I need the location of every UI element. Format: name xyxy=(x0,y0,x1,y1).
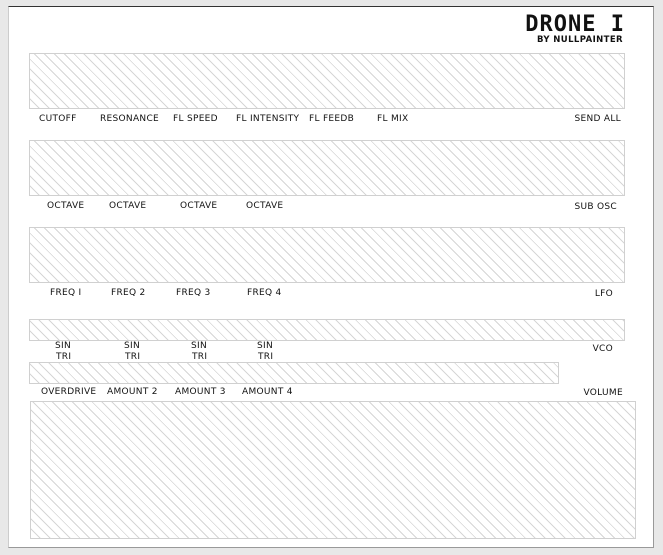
wave-3-sin-label[interactable]: SIN xyxy=(191,341,207,351)
vco-label: VCO xyxy=(592,344,613,354)
freq-2-label: FREQ 2 xyxy=(111,288,146,298)
volume-display-area[interactable] xyxy=(30,401,636,539)
plugin-author: BY NULLPAINTER xyxy=(536,35,623,45)
overdrive-label: OVERDRIVE xyxy=(41,387,97,397)
octave-1-label: OCTAVE xyxy=(47,201,85,211)
freq-4-label: FREQ 4 xyxy=(247,288,282,298)
fl-mix-label: FL MIX xyxy=(377,114,409,124)
cutoff-label: CUTOFF xyxy=(39,114,77,124)
lfo-label: LFO xyxy=(594,289,613,299)
amount-controls-area[interactable] xyxy=(29,362,559,384)
send-all-label: SEND ALL xyxy=(574,114,621,124)
octave-controls-area[interactable] xyxy=(29,140,625,196)
wave-4-tri-label[interactable]: TRI xyxy=(258,352,273,362)
freq-3-label: FREQ 3 xyxy=(176,288,211,298)
wave-2-tri-label[interactable]: TRI xyxy=(125,352,140,362)
plugin-panel: DRONE I BY NULLPAINTER CUTOFF RESONANCE … xyxy=(8,6,654,548)
fl-feedb-label: FL FEEDB xyxy=(309,114,355,124)
wave-1-tri-label[interactable]: TRI xyxy=(56,352,71,362)
fl-intensity-label: FL INTENSITY xyxy=(236,114,300,124)
filter-controls-area[interactable] xyxy=(29,53,625,109)
octave-3-label: OCTAVE xyxy=(180,201,218,211)
plugin-title: DRONE I xyxy=(525,12,625,37)
wave-4-sin-label[interactable]: SIN xyxy=(257,341,273,351)
wave-2-sin-label[interactable]: SIN xyxy=(124,341,140,351)
resonance-label: RESONANCE xyxy=(100,114,160,124)
wave-3-tri-label[interactable]: TRI xyxy=(192,352,207,362)
sub-osc-label: SUB OSC xyxy=(574,202,617,212)
octave-2-label: OCTAVE xyxy=(109,201,147,211)
wave-1-sin-label[interactable]: SIN xyxy=(55,341,71,351)
octave-4-label: OCTAVE xyxy=(246,201,284,211)
fl-speed-label: FL SPEED xyxy=(173,114,218,124)
freq-controls-area[interactable] xyxy=(29,227,625,283)
freq-1-label: FREQ I xyxy=(50,288,82,298)
amount-4-label: AMOUNT 4 xyxy=(242,387,293,397)
waveform-switch-area[interactable] xyxy=(29,319,625,341)
amount-2-label: AMOUNT 2 xyxy=(107,387,158,397)
amount-3-label: AMOUNT 3 xyxy=(175,387,226,397)
volume-label: VOLUME xyxy=(583,388,623,398)
